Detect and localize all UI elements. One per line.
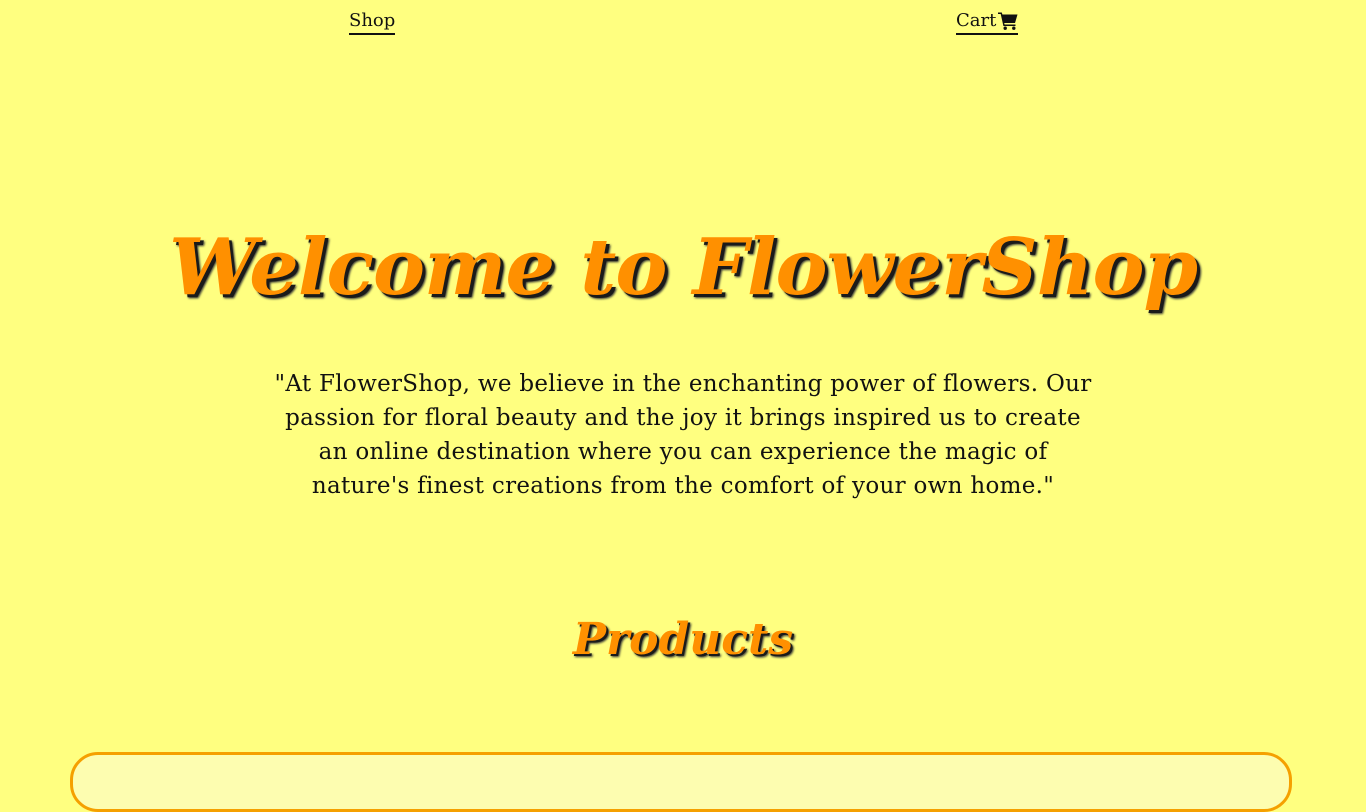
hero-title: Welcome to FlowerShop xyxy=(168,222,1198,313)
products-panel xyxy=(70,752,1292,812)
hero-quote: "At FlowerShop, we believe in the enchan… xyxy=(274,371,1092,499)
cart-link[interactable]: Cart xyxy=(956,10,1019,35)
products-heading: Products xyxy=(572,614,794,665)
shopping-cart-icon xyxy=(998,12,1018,30)
cart-link-label: Cart xyxy=(956,10,997,31)
top-nav: Shop Cart xyxy=(0,0,1366,50)
shop-link-label: Shop xyxy=(349,10,396,31)
shop-link[interactable]: Shop xyxy=(349,10,396,35)
